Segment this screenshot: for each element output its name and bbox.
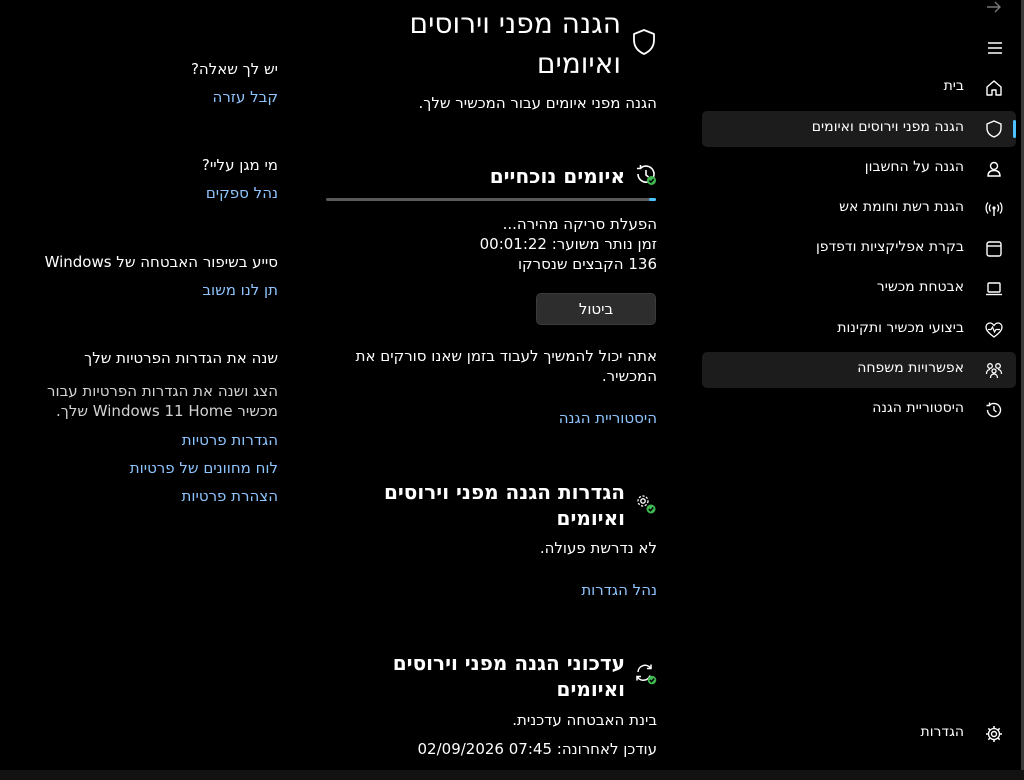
nav-item-label: אפשרויות משפחה xyxy=(857,360,964,376)
nav-item-label: הגנה על החשבון xyxy=(864,159,964,175)
page-subtitle: הגנה מפני איומים עבור המכשיר שלך. xyxy=(418,94,657,112)
nav-item-label: בקרת אפליקציות ודפדפן xyxy=(815,239,964,255)
privacy-description-line: מכשיר Windows 11 Home שלך. xyxy=(56,402,278,420)
updates-section-heading: עדכוני הגנה מפני וירוסים ואיומים xyxy=(325,650,625,702)
scan-note: אתה יכול להמשיך לעבוד בזמן שאנו סורקים א… xyxy=(317,346,657,386)
family-icon xyxy=(985,363,1003,379)
nav-item-device-security[interactable]: אבטחת מכשיר xyxy=(702,271,1016,307)
files-scanned: 136 הקבצים שנסרקו xyxy=(517,255,657,273)
heading-line: עדכוני הגנה מפני וירוסים xyxy=(392,651,625,675)
nav-item-family-options[interactable]: אפשרויות משפחה xyxy=(702,352,1016,388)
scan-note-line: המכשיר. xyxy=(601,367,657,385)
nav-item-protection-history[interactable]: היסטוריית הגנה xyxy=(702,392,1016,428)
history-icon xyxy=(986,402,1002,418)
heading-line: הגדרות הגנה מפני וירוסים xyxy=(383,480,625,504)
nav-item-settings[interactable]: הגדרות xyxy=(702,716,1016,752)
manage-settings-link[interactable]: נהל הגדרות xyxy=(357,580,657,600)
page-title-line: ואיומים xyxy=(536,47,621,80)
hamburger-menu-icon[interactable] xyxy=(987,41,1003,55)
privacy-heading: שנה את הגדרות הפרטיות שלך xyxy=(84,349,278,367)
nav-item-home[interactable]: בית xyxy=(702,70,1016,106)
gear-icon xyxy=(986,726,1002,742)
laptop-icon xyxy=(986,282,1002,296)
account-icon xyxy=(987,161,1001,177)
heart-pulse-icon xyxy=(985,322,1003,338)
nav-item-label: הגדרות xyxy=(920,724,964,740)
network-icon xyxy=(985,202,1003,216)
privacy-description-line: הצג ושנה את הגדרות הפרטיות עבור xyxy=(47,382,278,400)
nav-item-device-health[interactable]: ביצועי מכשיר ותקינות xyxy=(702,312,1016,348)
scan-note-line: אתה יכול להמשיך לעבוד בזמן שאנו סורקים א… xyxy=(355,347,657,365)
cancel-scan-button[interactable]: ביטול xyxy=(536,293,656,325)
privacy-description: הצג ושנה את הגדרות הפרטיות עבור מכשיר Wi… xyxy=(18,381,278,421)
browser-icon xyxy=(986,241,1002,257)
privacy-settings-link[interactable]: הגדרות פרטיות xyxy=(18,430,278,450)
page-title: הגנה מפני וירוסים ואיומים xyxy=(221,4,621,84)
threat-history-icon xyxy=(637,165,656,185)
privacy-statement-link[interactable]: הצהרת פרטיות xyxy=(18,486,278,506)
navigation-pane: בית הגנה מפני וירוסים ואיומים הגנה על הח… xyxy=(699,0,1024,780)
nav-item-label: ביצועי מכשיר ותקינות xyxy=(837,320,964,336)
settings-status: לא נדרשת פעולה. xyxy=(539,539,657,557)
nav-item-firewall[interactable]: הגנת רשת וחומת אש xyxy=(702,191,1016,227)
manage-providers-link[interactable]: נהל ספקים xyxy=(18,183,278,203)
nav-item-label: הגנת רשת וחומת אש xyxy=(839,199,964,215)
selection-indicator xyxy=(1013,120,1016,138)
page-title-line: הגנה מפני וירוסים xyxy=(409,7,621,40)
nav-item-account-protection[interactable]: הגנה על החשבון xyxy=(702,151,1016,187)
protection-history-link[interactable]: היסטוריית הגנה xyxy=(357,408,657,428)
protector-heading: מי מגן עליי? xyxy=(201,156,278,174)
give-feedback-link[interactable]: תן לנו משוב xyxy=(18,280,278,300)
update-sync-icon xyxy=(636,664,657,685)
nav-item-label: בית xyxy=(943,78,964,94)
heading-line: ואיומים xyxy=(556,677,625,701)
shield-icon xyxy=(633,29,655,55)
time-remaining: זמן נותר משוער: 00:01:22 xyxy=(479,235,657,253)
settings-gear-icon xyxy=(637,495,656,514)
updates-status: בינת האבטחה עדכנית. xyxy=(512,711,657,729)
feedback-heading: סייע בשיפור האבטחה של Windows xyxy=(44,253,278,271)
privacy-dashboard-link[interactable]: לוח מחוונים של פרטיות xyxy=(18,458,278,478)
last-updated: עודכן לאחרונה: 07:45 02/09/2026 xyxy=(417,740,657,758)
nav-item-app-browser-control[interactable]: בקרת אפליקציות ודפדפן xyxy=(702,231,1016,267)
get-help-link[interactable]: קבל עזרה xyxy=(18,87,278,107)
back-arrow-icon[interactable] xyxy=(986,0,1002,14)
heading-line: ואיומים xyxy=(556,506,625,530)
window-bottom-edge xyxy=(0,770,1024,780)
scan-progress-bar xyxy=(326,198,656,201)
nav-item-label: היסטוריית הגנה xyxy=(872,400,964,416)
current-threats-heading: איומים נוכחיים xyxy=(489,164,625,188)
home-icon xyxy=(986,80,1002,96)
nav-item-virus-protection[interactable]: הגנה מפני וירוסים ואיומים xyxy=(702,111,1016,147)
question-heading: יש לך שאלה? xyxy=(190,60,278,78)
shield-icon xyxy=(986,120,1002,138)
nav-item-label: אבטחת מכשיר xyxy=(876,279,964,295)
nav-item-label: הגנה מפני וירוסים ואיומים xyxy=(811,119,964,135)
scan-progress-fill xyxy=(649,198,656,201)
settings-section-heading: הגדרות הגנה מפני וירוסים ואיומים xyxy=(325,479,625,531)
scan-status: הפעלת סריקה מהירה... xyxy=(502,215,657,233)
